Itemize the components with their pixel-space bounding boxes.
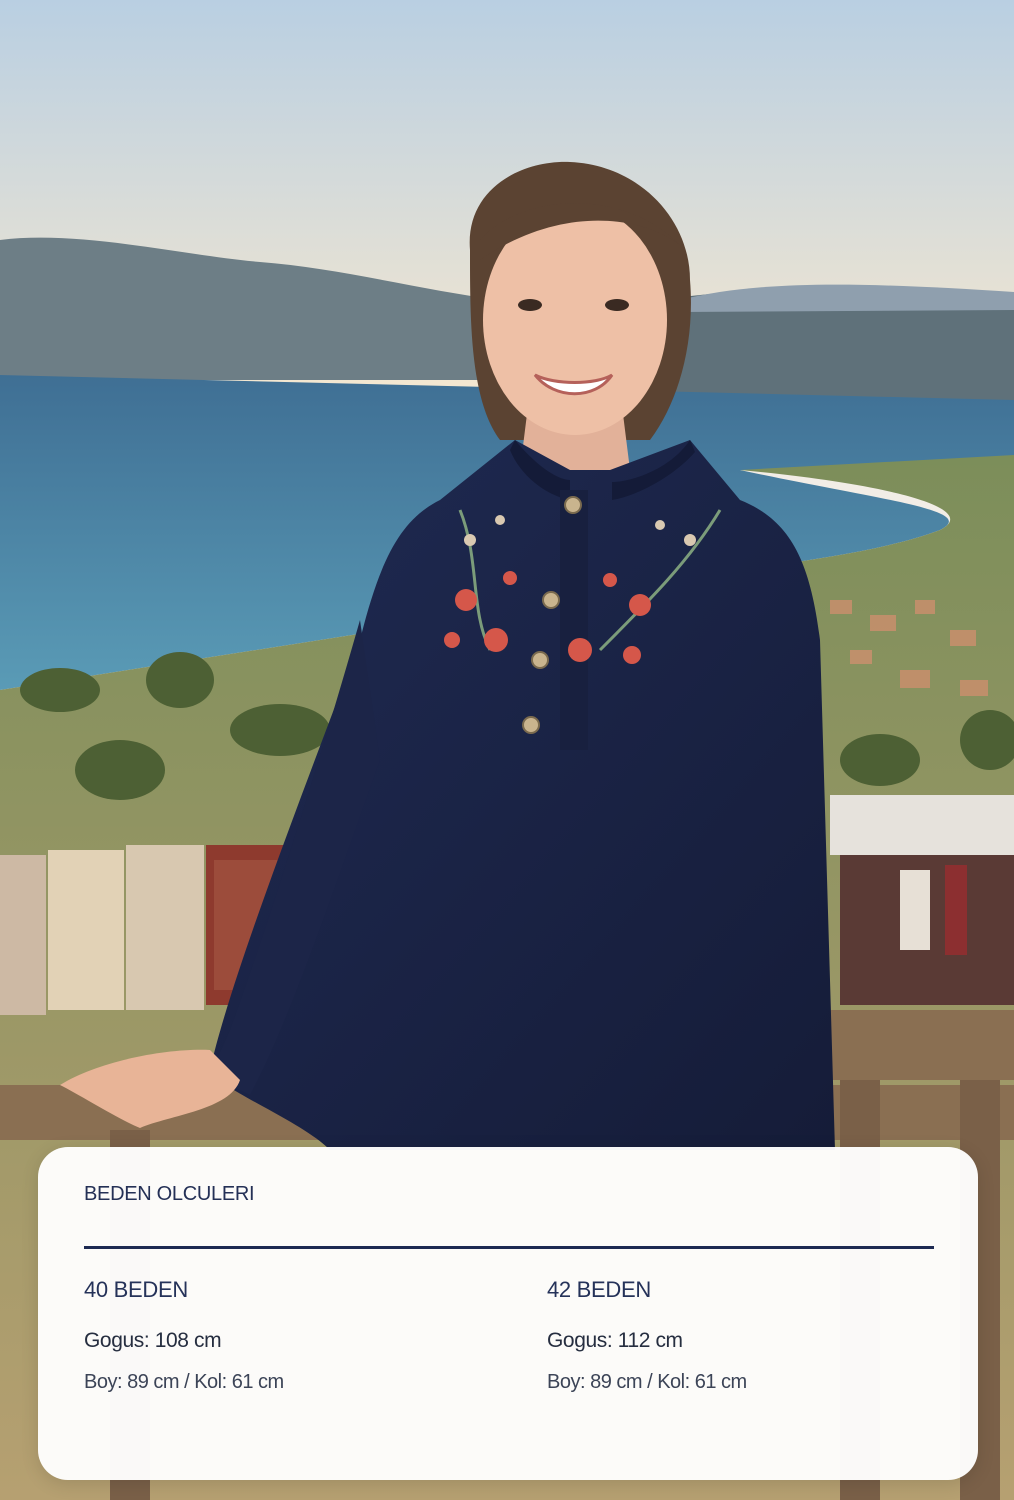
market-stall	[830, 795, 1014, 1005]
length-sleeve-measurement: Boy: 89 cm / Kol: 61 cm	[547, 1371, 747, 1393]
chest-measurement: Gogus: 112 cm	[547, 1329, 683, 1352]
size-chart-card: BEDEN OLCULERI 40 BEDEN Gogus: 108 cm Bo…	[38, 1147, 978, 1480]
title-divider	[84, 1246, 934, 1249]
chest-measurement: Gogus: 108 cm	[84, 1329, 222, 1352]
length-sleeve-measurement: Boy: 89 cm / Kol: 61 cm	[84, 1371, 284, 1393]
size-chart-title: BEDEN OLCULERI	[84, 1183, 255, 1205]
size-column-42: 42 BEDEN Gogus: 112 cm Boy: 89 cm / Kol:…	[547, 1277, 747, 1394]
size-name: 42 BEDEN	[547, 1277, 651, 1302]
size-name: 40 BEDEN	[84, 1277, 188, 1302]
size-column-40: 40 BEDEN Gogus: 108 cm Boy: 89 cm / Kol:…	[84, 1277, 284, 1394]
placket	[560, 490, 588, 750]
